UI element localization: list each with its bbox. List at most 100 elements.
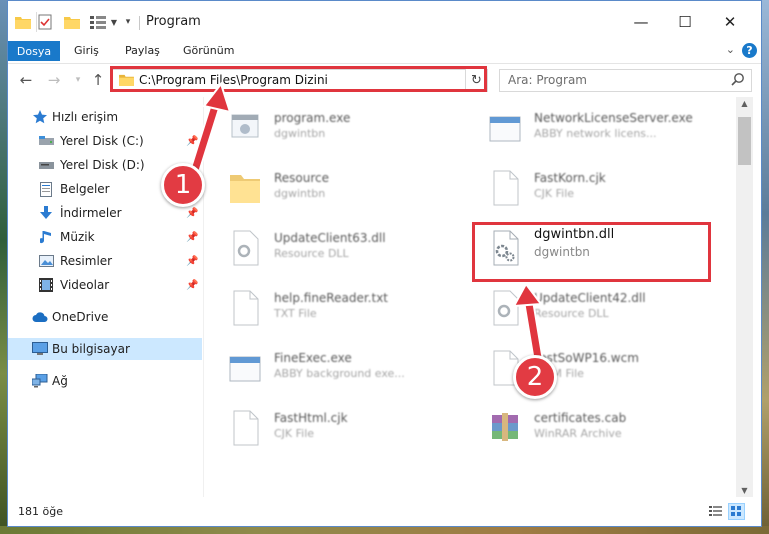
status-bar: 181 öğe (8, 499, 761, 526)
drive-icon (38, 157, 54, 173)
list-item[interactable]: Resource dgwintbn (208, 161, 448, 215)
file-name: UpdateClient63.dll (274, 231, 386, 245)
up-button[interactable]: ↑ (88, 70, 108, 90)
search-box[interactable]: Ara: Program (499, 69, 752, 92)
scroll-down-icon[interactable]: ▼ (736, 486, 753, 495)
exe-window-icon (228, 349, 262, 387)
properties-icon[interactable] (36, 12, 52, 32)
file-type: Resource DLL (534, 307, 609, 320)
blank-file-icon (488, 169, 522, 207)
sidebar-item-label: İndirmeler (60, 206, 122, 220)
file-name: program.exe (274, 111, 351, 125)
scroll-thumb[interactable] (738, 117, 751, 165)
list-item[interactable]: FastKorn.cjk CJK File (468, 161, 708, 215)
drive-icon (38, 133, 54, 149)
sidebar-item-music[interactable]: Müzik 📌 (8, 226, 202, 248)
file-name: NetworkLicenseServer.exe (534, 111, 693, 125)
list-item[interactable]: UpdateClient42.dll Resource DLL (468, 281, 708, 335)
star-icon (32, 109, 48, 125)
tab-view[interactable]: Görünüm (183, 44, 234, 57)
customize-toolbar-icon[interactable]: ▾ (121, 12, 135, 32)
sidebar-item-label: Hızlı erişim (52, 110, 119, 124)
view-options-icon[interactable] (88, 12, 108, 32)
file-type: WinRAR Archive (534, 427, 622, 440)
file-type: dgwintbn (274, 127, 326, 140)
sidebar-item-videos[interactable]: Videolar 📌 (8, 274, 202, 296)
file-type: ABBY background exe... (274, 367, 405, 380)
expand-ribbon-icon[interactable]: ⌄ (726, 43, 735, 56)
sidebar-item-pictures[interactable]: Resimler 📌 (8, 250, 202, 272)
sidebar-item-drive-c[interactable]: Yerel Disk (C:) 📌 (8, 130, 202, 152)
file-name: Resource (274, 171, 330, 185)
help-button[interactable]: ? (742, 43, 757, 58)
sidebar-item-downloads[interactable]: İndirmeler 📌 (8, 202, 202, 224)
file-type: CJK File (274, 427, 315, 440)
forward-button[interactable]: → (44, 70, 64, 90)
vertical-scrollbar[interactable]: ▲ ▼ (736, 97, 753, 497)
item-count: 181 öğe (18, 505, 63, 518)
file-list: program.exe dgwintbn NetworkLicenseServe… (208, 97, 736, 497)
new-folder-icon[interactable] (64, 12, 80, 32)
file-name: UpdateClient42.dll (534, 291, 646, 305)
step-badge-1: 1 (161, 163, 205, 207)
tab-home[interactable]: Giriş (74, 44, 99, 57)
file-highlight (472, 222, 711, 282)
search-icon (731, 72, 745, 89)
list-item[interactable]: NetworkLicenseServer.exe ABBY network li… (468, 101, 708, 155)
network-icon (32, 373, 48, 389)
scroll-up-icon[interactable]: ▲ (736, 99, 753, 108)
large-icons-view-icon[interactable] (728, 503, 745, 520)
exe-window-icon (488, 109, 522, 147)
close-button[interactable]: ✕ (715, 9, 745, 35)
minimize-button[interactable]: — (626, 9, 656, 35)
file-name: FastHtml.cjk (274, 411, 348, 425)
file-type: CJK File (534, 187, 575, 200)
navigation-pane: Hızlı erişim Yerel Disk (C:) 📌 Yerel Dis… (8, 97, 202, 497)
sidebar-item-onedrive[interactable]: OneDrive (8, 306, 202, 328)
folder-icon (228, 169, 262, 207)
file-type: TXT File (274, 307, 317, 320)
maximize-button[interactable]: ☐ (670, 9, 700, 35)
list-item[interactable]: UpdateClient63.dll Resource DLL (208, 221, 448, 275)
sidebar-item-this-pc[interactable]: Bu bilgisayar (8, 338, 202, 360)
step-badge-2: 2 (513, 355, 557, 399)
folder-icon[interactable] (14, 12, 32, 32)
pin-icon[interactable]: 📌 (186, 256, 198, 267)
list-item[interactable]: help.fineReader.txt TXT File (208, 281, 448, 335)
sidebar-item-label: Ağ (52, 374, 68, 388)
file-name: FineExec.exe (274, 351, 352, 365)
list-item[interactable]: certificates.cab WinRAR Archive (468, 401, 708, 455)
list-item[interactable]: FineExec.exe ABBY background exe... (208, 341, 448, 395)
sidebar-item-label: Bu bilgisayar (52, 342, 130, 356)
sidebar-item-network[interactable]: Ağ (8, 370, 202, 392)
chevron-down-icon[interactable]: ▼ (109, 12, 119, 32)
details-view-icon[interactable] (707, 503, 724, 520)
pin-icon[interactable]: 📌 (186, 136, 198, 147)
pin-icon[interactable]: 📌 (186, 232, 198, 243)
winrar-icon (488, 409, 522, 447)
sidebar-item-quick-access[interactable]: Hızlı erişim (8, 106, 202, 128)
search-input[interactable]: Ara: Program (508, 73, 587, 87)
pin-icon[interactable]: 📌 (186, 208, 198, 219)
title-bar: ▼ ▾ Program — ☐ ✕ (8, 1, 761, 41)
pictures-icon (38, 253, 54, 269)
computer-icon (32, 341, 48, 357)
list-item[interactable]: FastHtml.cjk CJK File (208, 401, 448, 455)
blank-file-icon (228, 289, 262, 327)
videos-icon (38, 277, 54, 293)
file-type: Resource DLL (274, 247, 349, 260)
list-item[interactable]: program.exe dgwintbn (208, 101, 448, 155)
list-item[interactable]: TestSoWP16.wcm WCM File (468, 341, 708, 395)
blank-file-icon (228, 409, 262, 447)
sidebar-item-label: Resimler (60, 254, 113, 268)
file-type: dgwintbn (274, 187, 326, 200)
cloud-icon (32, 309, 48, 325)
tab-file[interactable]: Dosya (8, 41, 60, 61)
pin-icon[interactable]: 📌 (186, 280, 198, 291)
back-button[interactable]: ← (16, 70, 36, 90)
file-name: FastKorn.cjk (534, 171, 606, 185)
tab-share[interactable]: Paylaş (125, 44, 160, 57)
recent-locations-button[interactable]: ▾ (68, 70, 88, 90)
file-name: help.fineReader.txt (274, 291, 388, 305)
sidebar-item-label: Videolar (60, 278, 110, 292)
